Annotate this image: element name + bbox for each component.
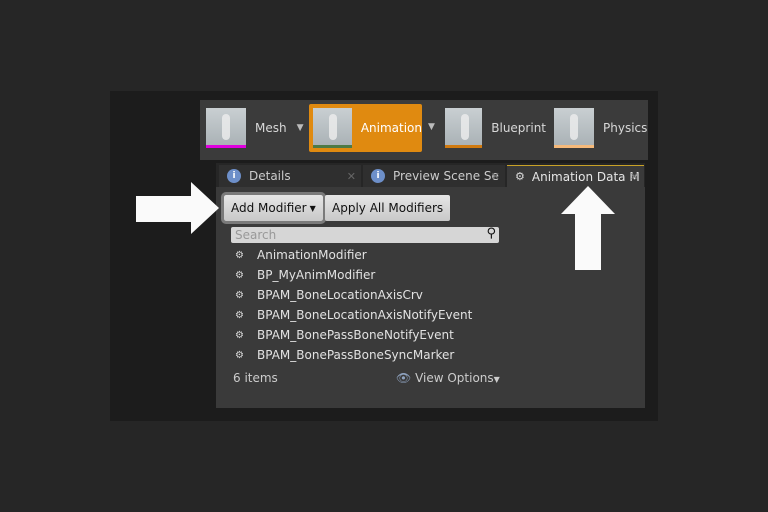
apply-all-modifiers-button[interactable]: Apply All Modifiers <box>325 195 451 221</box>
tab-label: Preview Scene Se <box>393 169 499 183</box>
chevron-down-icon[interactable]: ▼ <box>428 122 435 132</box>
modifier-icon: ⚙ <box>235 309 244 321</box>
search-input[interactable]: Search ⚲ <box>231 226 499 243</box>
view-options-button[interactable]: 👁 View Options▼ <box>396 371 500 385</box>
item-label: BPAM_BonePassBoneSyncMarker <box>257 348 455 362</box>
tab-preview-scene-settings[interactable]: i Preview Scene Se ✕ <box>363 165 505 187</box>
modifier-icon: ⚙ <box>235 349 244 361</box>
mode-label: Mesh <box>255 121 287 135</box>
modifier-icon: ⚙ <box>515 170 525 183</box>
mesh-thumbnail <box>206 108 246 148</box>
search-icon: ⚲ <box>486 226 496 241</box>
modifier-icon: ⚙ <box>235 329 244 341</box>
list-item[interactable]: ⚙ BPAM_BoneLocationAxisCrv <box>235 288 423 302</box>
tab-label: Animation Data M <box>531 169 640 184</box>
tab-label: Details <box>249 169 291 183</box>
mode-blueprint[interactable]: Blueprint <box>441 104 546 152</box>
modifier-icon: ⚙ <box>235 269 244 281</box>
mode-label: Physics <box>603 121 648 135</box>
mode-physics[interactable]: Physics <box>550 104 648 152</box>
list-item[interactable]: ⚙ BPAM_BoneLocationAxisNotifyEvent <box>235 308 472 322</box>
list-item[interactable]: ⚙ BPAM_BonePassBoneSyncMarker <box>235 348 454 362</box>
chevron-down-icon: ▼ <box>309 203 316 213</box>
mode-toolbar: Mesh ▼ Animation ▼ Blueprint Physics <box>200 100 648 160</box>
eye-icon: 👁 <box>396 371 412 385</box>
item-count: 6 items <box>233 371 278 385</box>
blueprint-thumbnail <box>445 108 483 148</box>
item-label: BPAM_BoneLocationAxisNotifyEvent <box>257 308 473 322</box>
button-label: Add Modifier <box>231 201 307 215</box>
item-label: BPAM_BonePassBoneNotifyEvent <box>257 328 454 342</box>
chevron-down-icon[interactable]: ▼ <box>297 123 304 133</box>
item-label: BPAM_BoneLocationAxisCrv <box>257 288 423 302</box>
info-icon: i <box>371 169 385 183</box>
tab-details[interactable]: i Details ✕ <box>219 165 361 187</box>
info-icon: i <box>227 169 241 183</box>
mode-mesh[interactable]: Mesh ▼ <box>202 104 308 152</box>
chevron-down-icon: ▼ <box>493 375 500 384</box>
tab-animation-data-modifiers[interactable]: ⚙ Animation Data M ✕ <box>507 165 644 187</box>
view-options-label: View Options <box>415 371 494 385</box>
animation-thumbnail <box>313 108 352 148</box>
list-item[interactable]: ⚙ BPAM_BonePassBoneNotifyEvent <box>235 328 454 342</box>
button-label: Apply All Modifiers <box>332 201 444 215</box>
item-label: BP_MyAnimModifier <box>257 268 376 282</box>
list-item[interactable]: ⚙ BP_MyAnimModifier <box>235 268 375 282</box>
modifier-icon: ⚙ <box>235 249 244 261</box>
close-icon[interactable]: ✕ <box>347 170 356 183</box>
close-icon[interactable]: ✕ <box>491 170 500 183</box>
search-placeholder: Search <box>235 228 277 242</box>
mode-animation[interactable]: Animation <box>309 104 422 152</box>
physics-thumbnail <box>554 108 594 148</box>
mode-label: Animation <box>360 121 422 135</box>
tab-bar: i Details ✕ i Preview Scene Se ✕ ⚙ Animation … <box>216 163 645 187</box>
list-item[interactable]: ⚙ AnimationModifier <box>235 248 367 262</box>
close-icon[interactable]: ✕ <box>630 170 639 183</box>
add-modifier-button[interactable]: Add Modifier ▼ <box>221 192 326 224</box>
mode-label: Blueprint <box>491 121 546 135</box>
modifier-icon: ⚙ <box>235 289 244 301</box>
item-label: AnimationModifier <box>257 248 367 262</box>
